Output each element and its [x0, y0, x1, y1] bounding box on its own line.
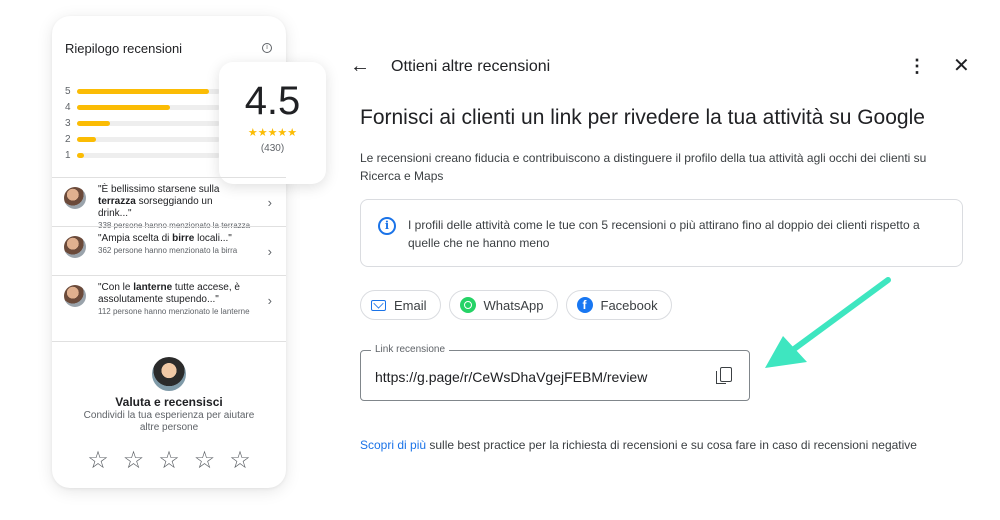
rating-bar-track: [77, 104, 220, 110]
rating-bar-label: 4: [65, 101, 71, 113]
page-title: Fornisci ai clienti un link per rivedere…: [360, 106, 925, 129]
avatar: [64, 285, 86, 307]
description: Le recensioni creano fiducia e contribui…: [360, 151, 927, 183]
star-1-icon[interactable]: ☆: [87, 446, 109, 475]
review-count: (430): [260, 143, 285, 154]
mention-quote: "È bellissimo starsene sulla terrazza so…: [98, 184, 220, 219]
mention-item[interactable]: "Con le lanterne tutte accese, è assolut…: [52, 275, 286, 324]
star-rating-input: ☆ ☆ ☆ ☆ ☆: [52, 446, 286, 475]
dialog-header: ← Ottieni altre recensioni ⋮ ✕: [350, 55, 975, 79]
more-vert-icon[interactable]: ⋮: [908, 55, 926, 77]
average-rating: 4.5: [244, 79, 301, 123]
mail-icon: [371, 299, 386, 311]
share-facebook-label: Facebook: [600, 297, 658, 313]
chevron-right-icon: ›: [267, 293, 272, 308]
rating-bar-fill: [77, 152, 85, 158]
rating-bar-fill: [77, 88, 209, 94]
share-email-label: Email: [394, 297, 427, 313]
star-3-icon[interactable]: ☆: [158, 446, 180, 475]
avatar: [64, 236, 86, 258]
rating-stars: ★★★★★: [247, 127, 298, 139]
rating-bar-track: [77, 152, 220, 158]
star-4-icon[interactable]: ☆: [194, 446, 216, 475]
chevron-right-icon: ›: [267, 244, 272, 259]
avatar: [64, 187, 86, 209]
card-title: Riepilogo recensioni: [65, 41, 183, 56]
rating-bar-track: [77, 88, 220, 94]
info-banner: i I profili delle attività come le tue c…: [360, 199, 963, 267]
share-whatsapp-label: WhatsApp: [483, 297, 544, 313]
share-whatsapp-button[interactable]: WhatsApp: [448, 290, 558, 320]
mention-item[interactable]: "È bellissimo starsene sulla terrazza so…: [52, 177, 286, 230]
mention-count: 112 persone hanno menzionato le lanterne: [98, 307, 250, 316]
share-buttons: Email WhatsApp f Facebook: [360, 290, 672, 320]
close-icon[interactable]: ✕: [953, 55, 970, 77]
facebook-icon: f: [576, 297, 593, 313]
rating-bar-label: 1: [65, 149, 71, 161]
rate-section: Valuta e recensisci Condividi la tua esp…: [52, 341, 286, 475]
review-summary-card: Riepilogo recensioni i 5 4 3 2 1 4.5 ★★★…: [52, 16, 326, 488]
learn-more-note: Scopri di più sulle best practice per la…: [360, 436, 960, 454]
rating-bar-fill: [77, 136, 96, 142]
average-rating-box: 4.5 ★★★★★ (430): [219, 62, 326, 184]
star-5-icon[interactable]: ☆: [229, 446, 251, 475]
chevron-right-icon: ›: [267, 195, 272, 210]
rating-bar-row: 1: [65, 147, 220, 163]
rating-bar-track: [77, 120, 220, 126]
learn-more-link[interactable]: Scopri di più: [360, 438, 426, 452]
review-link-value[interactable]: https://g.page/r/CeWsDhaVgejFEBM/review: [375, 369, 647, 385]
share-facebook-button[interactable]: f Facebook: [565, 290, 672, 320]
rating-bar-row: 5: [65, 83, 220, 99]
rating-bar-label: 3: [65, 117, 71, 129]
mention-quote: "Con le lanterne tutte accese, è assolut…: [98, 282, 240, 305]
rating-distribution: 5 4 3 2 1: [65, 83, 220, 163]
rating-bar-label: 2: [65, 133, 71, 145]
rate-subtitle: Condividi la tua esperienza per aiutare …: [83, 410, 255, 433]
mention-quote: "Ampia scelta di birre locali...": [98, 233, 232, 244]
rate-title: Valuta e recensisci: [115, 395, 223, 409]
arrow-left-icon[interactable]: ←: [350, 55, 370, 77]
rating-bar-track: [77, 136, 220, 142]
share-email-button[interactable]: Email: [360, 290, 441, 320]
mention-count: 362 persone hanno menzionato la birra: [98, 246, 238, 255]
rating-bar-label: 5: [65, 85, 71, 97]
avatar: [152, 357, 186, 391]
rating-bar-row: 3: [65, 115, 220, 131]
rating-bar-fill: [77, 120, 110, 126]
rating-bar-row: 4: [65, 99, 220, 115]
whatsapp-icon: [459, 297, 476, 313]
info-icon[interactable]: i: [262, 43, 272, 53]
review-link-field[interactable]: Link recensione https://g.page/r/CeWsDha…: [360, 344, 750, 401]
info-icon: i: [378, 217, 396, 235]
star-2-icon[interactable]: ☆: [123, 446, 145, 475]
review-link-label: Link recensione: [371, 344, 450, 355]
learn-more-text: sulle best practice per la richiesta di …: [426, 438, 917, 452]
copy-icon[interactable]: [716, 367, 732, 384]
mention-item[interactable]: "Ampia scelta di birre locali..." 362 pe…: [52, 226, 286, 275]
dialog-title: Ottieni altre recensioni: [391, 58, 551, 75]
rating-bar-fill: [77, 104, 170, 110]
mentions-list: "È bellissimo starsene sulla terrazza so…: [52, 177, 286, 324]
info-banner-text: I profili delle attività come le tue con…: [408, 218, 920, 250]
rating-bar-row: 2: [65, 131, 220, 147]
arrow-annotation-icon: [765, 277, 891, 368]
